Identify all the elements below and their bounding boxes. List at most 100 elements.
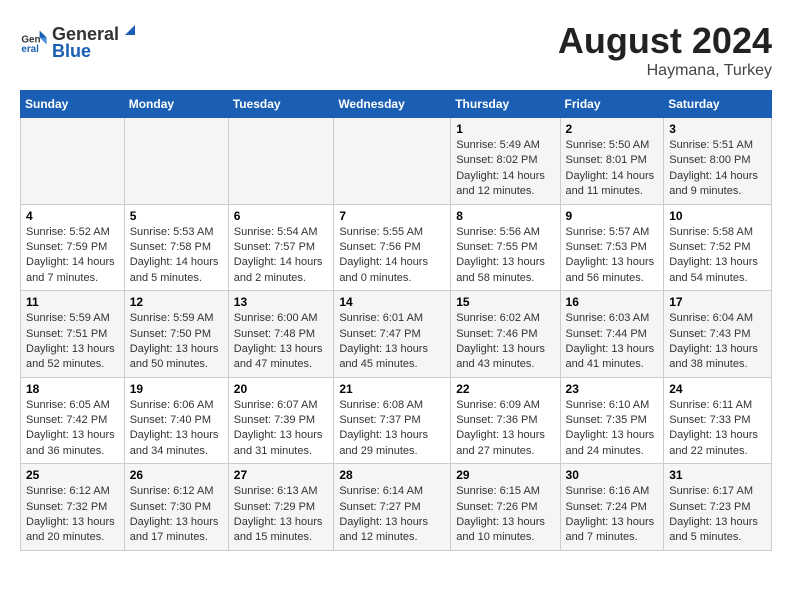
week-row-5: 25 Sunrise: 6:12 AMSunset: 7:32 PMDayligh… [21, 464, 772, 551]
calendar-cell: 24 Sunrise: 6:11 AMSunset: 7:33 PMDayligh… [664, 377, 772, 464]
calendar-cell: 28Sunrise: 6:14 AMSunset: 7:27 PMDayligh… [334, 464, 451, 551]
day-info: Sunrise: 6:07 AMSunset: 7:39 PMDaylight:… [234, 398, 329, 460]
day-number: 30 [566, 468, 659, 482]
calendar-cell: 14Sunrise: 6:01 AMSunset: 7:47 PMDayligh… [334, 291, 451, 378]
day-number: 26 [130, 468, 223, 482]
calendar-cell: 23 Sunrise: 6:10 AMSunset: 7:35 PMDayligh… [560, 377, 664, 464]
day-info: Sunrise: 5:57 AMSunset: 7:53 PMDaylight:… [566, 225, 659, 287]
logo-icon: Gen eral [20, 27, 48, 55]
calendar-cell: 27 Sunrise: 6:13 AMSunset: 7:29 PMDayligh… [228, 464, 334, 551]
calendar-cell: 3 Sunrise: 5:51 AMSunset: 8:00 PMDaylight… [664, 118, 772, 205]
calendar-header-row: SundayMondayTuesdayWednesdayThursdayFrid… [21, 91, 772, 118]
day-number: 22 [456, 382, 554, 396]
calendar-cell: 26 Sunrise: 6:12 AMSunset: 7:30 PMDayligh… [124, 464, 228, 551]
day-info: Sunrise: 6:02 AMSunset: 7:46 PMDaylight:… [456, 311, 554, 373]
day-number: 23 [566, 382, 659, 396]
day-info: Sunrise: 6:11 AMSunset: 7:33 PMDaylight:… [669, 398, 766, 460]
day-info: Sunrise: 6:03 AMSunset: 7:44 PMDaylight:… [566, 311, 659, 373]
calendar-cell: 29 Sunrise: 6:15 AMSunset: 7:26 PMDayligh… [451, 464, 560, 551]
day-number: 2 [566, 122, 659, 136]
calendar-cell: 4 Sunrise: 5:52 AMSunset: 7:59 PMDaylight… [21, 204, 125, 291]
day-info: Sunrise: 6:17 AMSunset: 7:23 PMDaylight:… [669, 484, 766, 546]
day-info: Sunrise: 5:55 AMSunset: 7:56 PMDaylight:… [339, 225, 445, 287]
calendar-cell: 7Sunrise: 5:55 AMSunset: 7:56 PMDaylight… [334, 204, 451, 291]
day-info: Sunrise: 6:00 AMSunset: 7:48 PMDaylight:… [234, 311, 329, 373]
day-info: Sunrise: 5:58 AMSunset: 7:52 PMDaylight:… [669, 225, 766, 287]
day-info: Sunrise: 6:10 AMSunset: 7:35 PMDaylight:… [566, 398, 659, 460]
day-info: Sunrise: 6:09 AMSunset: 7:36 PMDaylight:… [456, 398, 554, 460]
day-info: Sunrise: 5:52 AMSunset: 7:59 PMDaylight:… [26, 225, 119, 287]
day-info: Sunrise: 5:56 AMSunset: 7:55 PMDaylight:… [456, 225, 554, 287]
day-info: Sunrise: 6:04 AMSunset: 7:43 PMDaylight:… [669, 311, 766, 373]
week-row-3: 11Sunrise: 5:59 AMSunset: 7:51 PMDayligh… [21, 291, 772, 378]
day-info: Sunrise: 6:08 AMSunset: 7:37 PMDaylight:… [339, 398, 445, 460]
page-header: Gen eral General Blue August 2024 Hayman… [20, 20, 772, 80]
calendar-cell: 15 Sunrise: 6:02 AMSunset: 7:46 PMDayligh… [451, 291, 560, 378]
calendar-cell: 30 Sunrise: 6:16 AMSunset: 7:24 PMDayligh… [560, 464, 664, 551]
calendar-cell [21, 118, 125, 205]
day-info: Sunrise: 5:50 AMSunset: 8:01 PMDaylight:… [566, 138, 659, 200]
day-number: 18 [26, 382, 119, 396]
day-number: 12 [130, 295, 223, 309]
logo: Gen eral General Blue [20, 20, 141, 62]
calendar-cell: 13 Sunrise: 6:00 AMSunset: 7:48 PMDayligh… [228, 291, 334, 378]
day-info: Sunrise: 5:59 AMSunset: 7:50 PMDaylight:… [130, 311, 223, 373]
calendar-cell: 6 Sunrise: 5:54 AMSunset: 7:57 PMDaylight… [228, 204, 334, 291]
day-number: 24 [669, 382, 766, 396]
day-number: 19 [130, 382, 223, 396]
day-number: 17 [669, 295, 766, 309]
day-info: Sunrise: 6:15 AMSunset: 7:26 PMDaylight:… [456, 484, 554, 546]
day-number: 5 [130, 209, 223, 223]
location-subtitle: Haymana, Turkey [558, 62, 772, 80]
day-info: Sunrise: 6:14 AMSunset: 7:27 PMDaylight:… [339, 484, 445, 546]
day-info: Sunrise: 5:59 AMSunset: 7:51 PMDaylight:… [26, 311, 119, 373]
calendar-cell [124, 118, 228, 205]
day-number: 13 [234, 295, 329, 309]
col-header-thursday: Thursday [451, 91, 560, 118]
day-number: 4 [26, 209, 119, 223]
calendar-cell [334, 118, 451, 205]
calendar-cell: 18Sunrise: 6:05 AMSunset: 7:42 PMDayligh… [21, 377, 125, 464]
calendar-cell: 5 Sunrise: 5:53 AMSunset: 7:58 PMDaylight… [124, 204, 228, 291]
day-number: 6 [234, 209, 329, 223]
calendar-cell: 16 Sunrise: 6:03 AMSunset: 7:44 PMDayligh… [560, 291, 664, 378]
day-number: 9 [566, 209, 659, 223]
day-info: Sunrise: 5:53 AMSunset: 7:58 PMDaylight:… [130, 225, 223, 287]
week-row-2: 4 Sunrise: 5:52 AMSunset: 7:59 PMDaylight… [21, 204, 772, 291]
col-header-monday: Monday [124, 91, 228, 118]
day-info: Sunrise: 5:51 AMSunset: 8:00 PMDaylight:… [669, 138, 766, 200]
calendar-cell: 10 Sunrise: 5:58 AMSunset: 7:52 PMDayligh… [664, 204, 772, 291]
calendar-cell: 19 Sunrise: 6:06 AMSunset: 7:40 PMDayligh… [124, 377, 228, 464]
day-info: Sunrise: 6:12 AMSunset: 7:32 PMDaylight:… [26, 484, 119, 546]
calendar-cell: 2 Sunrise: 5:50 AMSunset: 8:01 PMDaylight… [560, 118, 664, 205]
day-number: 25 [26, 468, 119, 482]
day-number: 10 [669, 209, 766, 223]
calendar-cell: 11Sunrise: 5:59 AMSunset: 7:51 PMDayligh… [21, 291, 125, 378]
calendar-cell: 22 Sunrise: 6:09 AMSunset: 7:36 PMDayligh… [451, 377, 560, 464]
svg-text:eral: eral [21, 44, 39, 55]
calendar-table: SundayMondayTuesdayWednesdayThursdayFrid… [20, 90, 772, 551]
day-number: 21 [339, 382, 445, 396]
col-header-sunday: Sunday [21, 91, 125, 118]
day-number: 27 [234, 468, 329, 482]
logo-wordmark: General Blue [52, 20, 141, 62]
calendar-cell: 17 Sunrise: 6:04 AMSunset: 7:43 PMDayligh… [664, 291, 772, 378]
logo-triangle [120, 20, 140, 40]
day-info: Sunrise: 6:06 AMSunset: 7:40 PMDaylight:… [130, 398, 223, 460]
calendar-cell: 20Sunrise: 6:07 AMSunset: 7:39 PMDayligh… [228, 377, 334, 464]
calendar-cell: 25 Sunrise: 6:12 AMSunset: 7:32 PMDayligh… [21, 464, 125, 551]
day-info: Sunrise: 6:16 AMSunset: 7:24 PMDaylight:… [566, 484, 659, 546]
calendar-cell: 1Sunrise: 5:49 AMSunset: 8:02 PMDaylight… [451, 118, 560, 205]
calendar-cell: 9 Sunrise: 5:57 AMSunset: 7:53 PMDaylight… [560, 204, 664, 291]
day-number: 29 [456, 468, 554, 482]
day-info: Sunrise: 6:12 AMSunset: 7:30 PMDaylight:… [130, 484, 223, 546]
col-header-friday: Friday [560, 91, 664, 118]
day-number: 15 [456, 295, 554, 309]
day-info: Sunrise: 5:54 AMSunset: 7:57 PMDaylight:… [234, 225, 329, 287]
day-number: 16 [566, 295, 659, 309]
day-info: Sunrise: 6:13 AMSunset: 7:29 PMDaylight:… [234, 484, 329, 546]
day-number: 3 [669, 122, 766, 136]
day-info: Sunrise: 5:49 AMSunset: 8:02 PMDaylight:… [456, 138, 554, 200]
main-title: August 2024 [558, 20, 772, 62]
col-header-wednesday: Wednesday [334, 91, 451, 118]
